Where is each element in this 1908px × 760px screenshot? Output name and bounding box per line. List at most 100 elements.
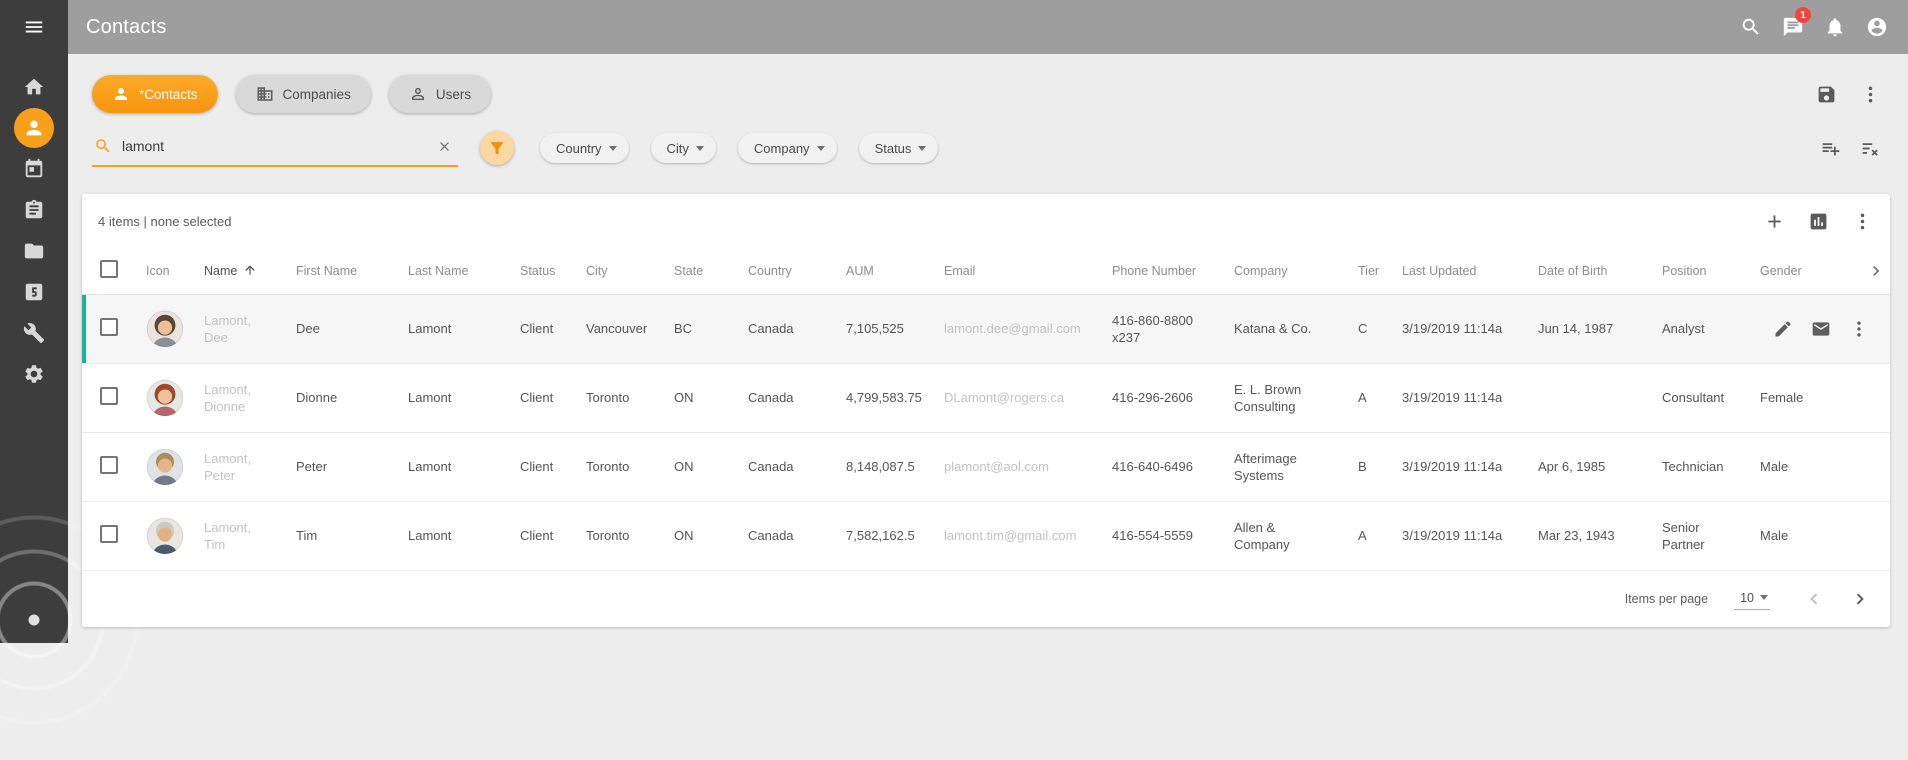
column-label: Company [1234,264,1288,278]
search-input[interactable] [112,138,432,154]
filter-chip-status-label: Status [875,141,912,156]
row-more-button[interactable] [1840,310,1878,348]
sidebar [0,0,68,643]
cell-date-of-birth: Jun 14, 1987 [1526,294,1650,363]
cell-first-name: Dee [284,294,396,363]
column-header-tier[interactable]: Tier [1346,248,1390,294]
column-header-company[interactable]: Company [1222,248,1346,294]
column-header-phone[interactable]: Phone Number [1100,248,1222,294]
cell-status: Client [508,501,574,570]
column-label: City [586,264,608,278]
previous-page-button[interactable] [1796,581,1832,617]
column-header-gender[interactable]: Gender [1748,248,1854,294]
add-contact-button[interactable] [1754,201,1794,241]
cell-date-of-birth: Mar 23, 1943 [1526,501,1650,570]
email-contact-button[interactable] [1802,310,1840,348]
hamburger-menu-button[interactable] [0,0,68,54]
cell-name: Lamont, Dionne [192,363,284,432]
filter-chip-status[interactable]: Status [859,133,939,163]
sidebar-item-tasks[interactable] [10,189,58,230]
active-item-ring [14,108,54,148]
cell-city: Toronto [574,501,662,570]
global-search-button[interactable] [1730,6,1772,48]
header-row: Icon Name First Name Last Name Status Ci… [82,248,1890,294]
chevron-down-icon [696,146,704,151]
page-size-select[interactable]: 10 [1734,588,1770,610]
select-all-checkbox[interactable] [100,260,118,278]
column-header-last-updated[interactable]: Last Updated [1390,248,1526,294]
cell-country: Canada [736,363,834,432]
entity-tabs: *Contacts Companies Users [82,74,1890,114]
items-per-page-label: Items per page [1625,592,1708,606]
contact-row[interactable]: Lamont, Dionne Dionne Lamont Client Toro… [82,363,1890,432]
column-header-country[interactable]: Country [736,248,834,294]
sidebar-item-contacts[interactable] [10,107,58,148]
clear-search-button[interactable] [432,134,456,158]
search-field [92,129,458,167]
filter-chip-country[interactable]: Country [540,133,629,163]
save-view-button[interactable] [1806,74,1846,114]
filter-chip-city[interactable]: City [651,133,716,163]
column-header-status[interactable]: Status [508,248,574,294]
search-icon [1740,16,1762,38]
account-button[interactable] [1856,6,1898,48]
save-icon [1816,84,1837,105]
sidebar-item-home[interactable] [10,66,58,107]
more-columns-button[interactable] [1854,248,1890,294]
row-checkbox[interactable] [100,387,118,405]
column-header-name[interactable]: Name [192,248,284,294]
bar-chart-icon [1808,211,1829,232]
row-checkbox[interactable] [100,318,118,336]
sidebar-item-five[interactable] [10,271,58,312]
messages-button[interactable]: 1 [1772,6,1814,48]
view-more-button[interactable] [1850,74,1890,114]
clear-filters-button[interactable] [1850,128,1890,168]
sidebar-item-tools[interactable] [10,312,58,353]
results-more-button[interactable] [1842,201,1882,241]
tab-companies[interactable]: Companies [236,75,371,113]
column-header-aum[interactable]: AUM [834,248,932,294]
sidebar-item-settings[interactable] [10,353,58,394]
cell-last-updated: 3/19/2019 11:14a [1390,501,1526,570]
cell-tier: A [1346,501,1390,570]
column-header-city[interactable]: City [574,248,662,294]
column-header-date-of-birth[interactable]: Date of Birth [1526,248,1650,294]
cell-phone: 416-640-6496 [1100,432,1222,501]
column-header-last-name[interactable]: Last Name [396,248,508,294]
chevron-down-icon [609,146,617,151]
add-filter-button[interactable] [1810,128,1850,168]
sidebar-item-folder[interactable] [10,230,58,271]
cell-email: lamont.dee@gmail.com [932,294,1100,363]
home-icon [23,76,45,98]
contact-row[interactable]: Lamont, Tim Tim Lamont Client Toronto ON… [82,501,1890,570]
column-label: Name [204,264,237,278]
cell-last-updated: 3/19/2019 11:14a [1390,363,1526,432]
filter-funnel-button[interactable] [480,131,514,165]
tab-contacts[interactable]: *Contacts [92,75,218,113]
filter-chip-company[interactable]: Company [738,133,837,163]
sidebar-item-calendar[interactable] [10,148,58,189]
notifications-button[interactable] [1814,6,1856,48]
contact-row[interactable]: Lamont, Peter Peter Lamont Client Toront… [82,432,1890,501]
playlist-add-icon [1820,138,1841,159]
row-checkbox[interactable] [100,525,118,543]
column-header-position[interactable]: Position [1650,248,1748,294]
column-label: Tier [1358,264,1379,278]
column-header-icon[interactable]: Icon [134,248,192,294]
column-header-first-name[interactable]: First Name [284,248,396,294]
edit-contact-button[interactable] [1764,310,1802,348]
column-header-state[interactable]: State [662,248,736,294]
results-header: 4 items | none selected [82,194,1890,248]
chart-view-button[interactable] [1798,201,1838,241]
cell-first-name: Dionne [284,363,396,432]
next-page-button[interactable] [1842,581,1878,617]
topbar-actions: 1 [1730,6,1898,48]
column-header-email[interactable]: Email [932,248,1100,294]
tab-users[interactable]: Users [389,75,491,113]
filter-chip-company-label: Company [754,141,810,156]
topbar: Contacts 1 [68,0,1908,54]
cell-email: lamont.tim@gmail.com [932,501,1100,570]
contact-row[interactable]: Lamont, Dee Dee Lamont Client Vancouver … [82,294,1890,363]
row-checkbox[interactable] [100,456,118,474]
cell-aum: 4,799,583.75 [834,363,932,432]
